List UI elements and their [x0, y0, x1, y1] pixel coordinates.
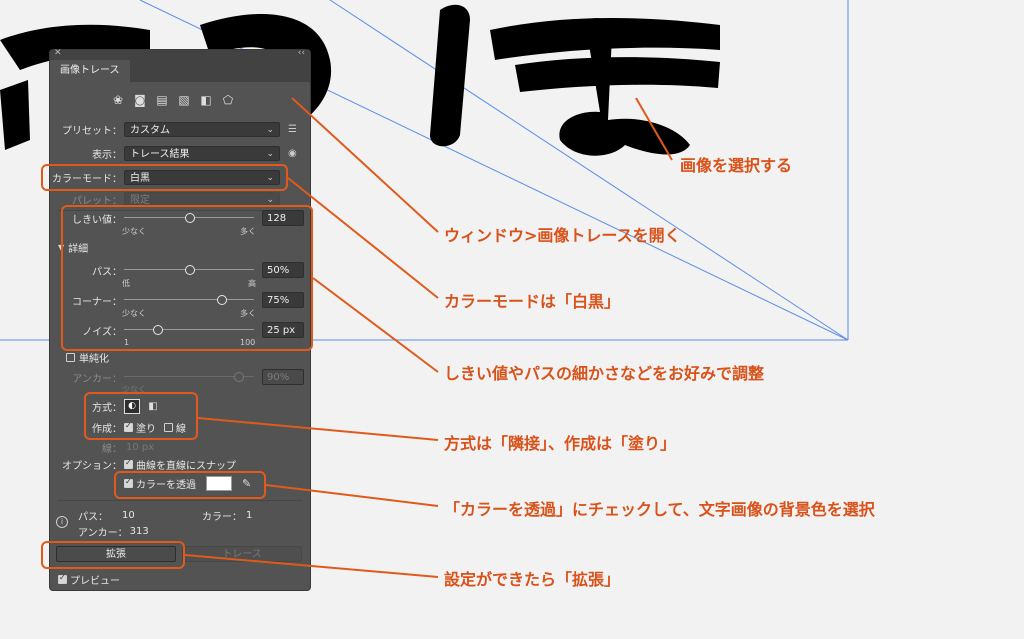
- ignore-color-highlight: [114, 471, 266, 499]
- options-label: オプション：: [62, 461, 122, 472]
- snap-label: 曲線を直線にスナップ: [136, 461, 236, 472]
- info-paths-row: パス： 10: [78, 508, 135, 523]
- close-icon[interactable]: ✕: [54, 48, 62, 58]
- simplify-row: 単純化: [66, 350, 109, 365]
- preset-row: プリセット： カスタム ⌄ ☰: [50, 122, 297, 137]
- annotation-adjust: しきい値やパスの細かさなどをお好みで調整: [444, 364, 765, 383]
- simplify-label: 単純化: [79, 354, 109, 365]
- info-icon: i: [56, 516, 68, 528]
- preview-row: プレビュー: [58, 572, 120, 587]
- high-color-icon[interactable]: ◙: [132, 92, 148, 108]
- annotation-select-image: 画像を選択する: [680, 156, 793, 175]
- preset-value: カスタム: [130, 125, 170, 136]
- panel-tabbar: 画像トレース: [50, 60, 310, 82]
- tab-image-trace[interactable]: 画像トレース: [50, 60, 130, 82]
- info-colors-row: カラー： 1: [202, 508, 252, 523]
- simplify-checkbox[interactable]: [66, 353, 75, 362]
- info-anchors-row: アンカー： 313: [78, 524, 149, 539]
- annotation-expand: 設定ができたら「拡張」: [444, 570, 621, 589]
- sliders-highlight: [61, 205, 313, 351]
- stroke-width-label: 線：: [102, 444, 122, 455]
- preview-label: プレビュー: [70, 576, 120, 587]
- expand-highlight: [41, 541, 185, 569]
- preset-select[interactable]: カスタム ⌄: [124, 122, 280, 137]
- stroke-width-value: 10 px: [126, 442, 155, 453]
- view-row: 表示： トレース結果 ⌄ ◉: [50, 146, 297, 161]
- low-color-icon[interactable]: ▤: [154, 92, 170, 108]
- color-mode-highlight: [41, 164, 288, 191]
- outline-icon[interactable]: ⬠: [220, 92, 236, 108]
- chevron-down-icon: ⌄: [266, 149, 274, 159]
- view-label: 表示：: [92, 150, 122, 161]
- info-paths-label: パス：: [78, 512, 108, 523]
- anchor-slider-handle: [234, 372, 244, 382]
- preview-checkbox[interactable]: [58, 573, 67, 584]
- auto-color-icon[interactable]: ❀: [110, 92, 126, 108]
- anchor-field: 90%: [262, 369, 304, 385]
- annotation-color-mode: カラーモードは「白黒」: [444, 292, 621, 311]
- stroke-width-row: 線： 10 px: [50, 440, 154, 455]
- view-value: トレース結果: [130, 149, 190, 160]
- info-colors-label: カラー：: [202, 512, 242, 523]
- trace-button: トレース: [182, 546, 302, 562]
- anchor-row: アンカー：: [50, 370, 122, 385]
- view-select[interactable]: トレース結果 ⌄: [124, 146, 280, 161]
- preset-label: プリセット：: [62, 126, 122, 137]
- info-anchors-label: アンカー：: [78, 528, 128, 539]
- options-row: オプション： 曲線を直線にスナップ: [50, 457, 236, 472]
- info-colors-value: 1: [246, 510, 253, 521]
- preset-menu-icon[interactable]: ☰: [288, 124, 297, 135]
- anchor-label: アンカー：: [72, 374, 122, 385]
- divider: [58, 500, 302, 501]
- eye-icon[interactable]: ◉: [288, 148, 297, 159]
- annotation-open-window: ウィンドウ>画像トレースを開く: [444, 226, 681, 245]
- annotation-method: 方式は「隣接」、作成は「塗り」: [444, 434, 677, 453]
- panel-titlebar: ✕ ‹‹: [50, 48, 310, 60]
- info-paths-value: 10: [122, 510, 135, 521]
- chevron-down-icon: ⌄: [266, 125, 274, 135]
- collapse-icon[interactable]: ‹‹: [298, 48, 305, 58]
- preset-icon-row: ❀ ◙ ▤ ▧ ◧ ⬠: [110, 92, 236, 108]
- method-highlight: [84, 392, 198, 440]
- info-anchors-value: 313: [129, 526, 149, 537]
- snap-checkbox[interactable]: [124, 458, 133, 469]
- grayscale-icon[interactable]: ▧: [176, 92, 192, 108]
- annotation-transparent: 「カラーを透過」にチェックして、文字画像の背景色を選択: [444, 500, 875, 519]
- black-white-icon[interactable]: ◧: [198, 92, 214, 108]
